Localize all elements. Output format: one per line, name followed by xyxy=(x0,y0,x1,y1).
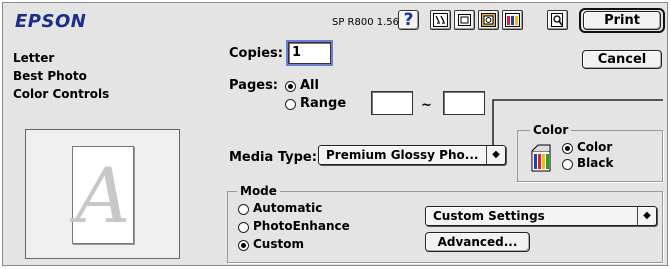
color-group: Color Color Black xyxy=(517,123,663,182)
black-radio[interactable] xyxy=(562,159,573,170)
pages-range-radio[interactable] xyxy=(285,99,296,110)
popup-arrows-icon: ◆ xyxy=(486,146,505,164)
brand-logo: EPSON xyxy=(15,11,87,32)
advanced-button[interactable]: Advanced... xyxy=(425,232,530,252)
media-type-value: Premium Glossy Pho... xyxy=(326,148,479,162)
print-button-ring: Print xyxy=(579,8,665,33)
media-type-popup[interactable]: Premium Glossy Pho... ◆ xyxy=(318,145,506,165)
preview-page: A xyxy=(72,146,134,244)
range-separator: ~ xyxy=(421,98,432,113)
driver-version: SP R800 1.56A xyxy=(332,17,406,28)
ink-cartridge-icon xyxy=(531,144,551,172)
summary-quality: Best Photo xyxy=(13,69,87,83)
black-option-label: Black xyxy=(577,156,614,170)
layout-icon[interactable] xyxy=(430,10,451,30)
pages-range-label: Range xyxy=(300,96,347,111)
range-to-input[interactable] xyxy=(443,91,485,115)
mode-automatic-radio[interactable] xyxy=(238,204,249,215)
popup-arrows-icon: ◆ xyxy=(637,207,656,225)
range-from-input[interactable] xyxy=(371,91,413,115)
custom-settings-value: Custom Settings xyxy=(433,209,545,223)
mode-automatic-label: Automatic xyxy=(253,201,323,215)
help-icon[interactable]: ? xyxy=(398,10,419,30)
pages-all-label: All xyxy=(300,78,319,93)
background-printing-icon[interactable] xyxy=(478,10,499,30)
custom-settings-popup[interactable]: Custom Settings ◆ xyxy=(425,206,657,226)
mode-photoenhance-radio[interactable] xyxy=(238,222,249,233)
media-type-label: Media Type: xyxy=(229,150,317,165)
preview-icon[interactable] xyxy=(547,10,568,30)
help-icon-label: ? xyxy=(403,10,414,30)
print-dialog: EPSON SP R800 1.56A ? Print Cancel Lette… xyxy=(2,2,668,266)
pages-all-radio[interactable] xyxy=(285,81,296,92)
mode-group: Mode Automatic PhotoEnhance Custom Custo… xyxy=(227,184,663,263)
color-group-title: Color xyxy=(530,123,572,137)
mode-custom-label: Custom xyxy=(253,237,304,251)
page-preview: A xyxy=(25,129,180,259)
color-option-label: Color xyxy=(577,140,613,154)
mode-group-title: Mode xyxy=(237,184,280,198)
copies-input[interactable]: 1 xyxy=(286,40,333,66)
summary-paper: Letter xyxy=(13,51,55,65)
summary-color-mode: Color Controls xyxy=(13,87,110,101)
mode-custom-radio[interactable] xyxy=(238,240,249,251)
mode-photoenhance-label: PhotoEnhance xyxy=(253,219,350,233)
copies-label: Copies: xyxy=(229,46,283,61)
color-radio[interactable] xyxy=(562,143,573,154)
pages-label: Pages: xyxy=(229,78,279,93)
preview-letter: A xyxy=(75,150,131,240)
utility-icon[interactable] xyxy=(502,10,523,30)
page-setup-icon[interactable] xyxy=(454,10,475,30)
cancel-button[interactable]: Cancel xyxy=(582,50,662,69)
print-button[interactable]: Print xyxy=(583,11,661,30)
